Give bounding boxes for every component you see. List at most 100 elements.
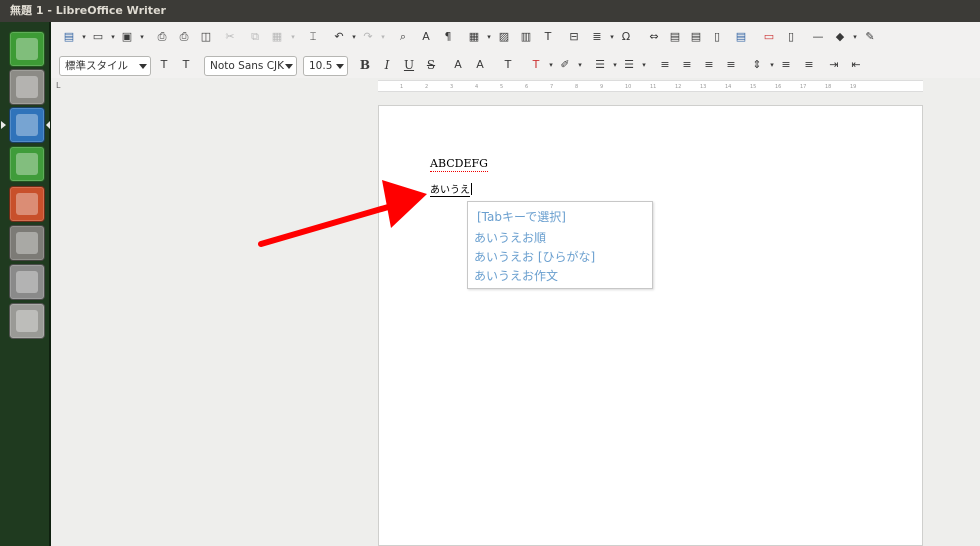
chevron-down-icon[interactable]	[336, 64, 344, 69]
redo-icon[interactable]: ↷	[361, 30, 375, 44]
clear-formatting-icon[interactable]: T	[501, 58, 515, 72]
chevron-down-icon[interactable]	[139, 64, 147, 69]
bold-button[interactable]: B	[358, 58, 372, 72]
cross-reference-icon[interactable]: ▤	[734, 30, 748, 44]
save-dropdown-icon[interactable]: ▾	[135, 30, 149, 44]
subscript-icon[interactable]: A	[473, 58, 487, 72]
update-style-icon[interactable]: T	[157, 58, 171, 72]
clone-formatting-icon[interactable]: ⌶	[306, 30, 320, 44]
font-size-value: 10.5	[309, 60, 333, 72]
cut-icon[interactable]: ✂	[223, 30, 237, 44]
shapes-dropdown-icon[interactable]: ▾	[848, 30, 862, 44]
writer-icon[interactable]	[9, 107, 45, 143]
files-icon[interactable]	[9, 69, 45, 105]
increase-paragraph-spacing-icon[interactable]: ≡	[779, 58, 793, 72]
bullet-list-icon[interactable]: ☰	[593, 58, 607, 72]
line-spacing-dropdown-icon[interactable]: ▾	[765, 58, 779, 72]
font-color-dropdown-icon[interactable]: ▾	[544, 58, 558, 72]
table-dropdown-icon[interactable]: ▾	[482, 30, 496, 44]
insert-field-icon[interactable]: ≣	[590, 30, 604, 44]
insert-textbox-icon[interactable]: T	[541, 30, 555, 44]
numbered-list-icon[interactable]: ☰	[622, 58, 636, 72]
undo-icon[interactable]: ↶	[332, 30, 346, 44]
standard-toolbar: ▤ ▾ ▭ ▾ ▣ ▾ ⎙ ⎙ ◫ ✂ ⧉ ▦ ▾ ⌶ ↶ ▾ ↷ ▾ ⌕ A …	[51, 22, 980, 53]
print-icon[interactable]: ⎙	[177, 30, 191, 44]
horizontal-ruler[interactable]: 1 2 3 4 5 6 7 8 9 10 11 12 13 14 15 16 17 18 19	[378, 80, 923, 92]
files-glyph	[16, 76, 38, 98]
line-spacing-icon[interactable]: ⇕	[750, 58, 764, 72]
highlight-dropdown-icon[interactable]: ▾	[573, 58, 587, 72]
export-pdf-icon[interactable]: ⎙	[155, 30, 169, 44]
underline-button[interactable]: U	[402, 58, 416, 72]
track-changes-icon[interactable]: ▯	[784, 30, 798, 44]
insert-chart-icon[interactable]: ▥	[519, 30, 533, 44]
ruler-tick: 19	[850, 84, 857, 90]
numbering-dropdown-icon[interactable]: ▾	[637, 58, 651, 72]
bullets-dropdown-icon[interactable]: ▾	[608, 58, 622, 72]
insert-line-icon[interactable]: —	[811, 30, 825, 44]
new-style-icon[interactable]: T	[179, 58, 193, 72]
paragraph-style-combo[interactable]: 標準スタイル	[59, 56, 151, 76]
paste-icon[interactable]: ▦	[270, 30, 284, 44]
font-size-combo[interactable]: 10.5	[303, 56, 348, 76]
document-text-line-2[interactable]: あいうえ	[430, 181, 472, 197]
endnote-icon[interactable]: ▤	[689, 30, 703, 44]
bookmark-icon[interactable]: ▯	[710, 30, 724, 44]
copy-icon[interactable]: ⧉	[248, 30, 262, 44]
footnote-icon[interactable]: ▤	[668, 30, 682, 44]
find-replace-icon[interactable]: ⌕	[396, 30, 410, 44]
draw-functions-icon[interactable]: ✎	[863, 30, 877, 44]
basic-shapes-icon[interactable]: ◆	[833, 30, 847, 44]
ruler-tick: 14	[725, 84, 732, 90]
font-name-combo[interactable]: Noto Sans CJK	[204, 56, 297, 76]
align-center-icon[interactable]: ≡	[680, 58, 694, 72]
italic-button[interactable]: I	[380, 58, 394, 72]
chevron-down-icon[interactable]	[285, 64, 293, 69]
new-document-icon[interactable]: ▤	[62, 30, 76, 44]
strikethrough-button[interactable]: S	[424, 58, 438, 72]
highlight-icon[interactable]: ✐	[558, 58, 572, 72]
ime-candidate-window: [Tabキーで選択] あいうえお順 あいうえお [ひらがな] あいうえお作文	[467, 201, 653, 289]
print-preview-icon[interactable]: ◫	[199, 30, 213, 44]
justify-icon[interactable]: ≡	[724, 58, 738, 72]
system-settings-icon[interactable]	[9, 264, 45, 300]
open-dropdown-icon[interactable]: ▾	[106, 30, 120, 44]
impress-glyph	[16, 193, 38, 215]
formatting-marks-icon[interactable]: ¶	[441, 30, 455, 44]
page-break-icon[interactable]: ⊟	[567, 30, 581, 44]
ime-candidate-3[interactable]: あいうえお作文	[474, 267, 558, 284]
text-cursor	[471, 183, 472, 195]
impress-icon[interactable]	[9, 186, 45, 222]
spelling-icon[interactable]: A	[419, 30, 433, 44]
align-right-icon[interactable]: ≡	[702, 58, 716, 72]
save-icon[interactable]: ▣	[120, 30, 134, 44]
calc-icon[interactable]	[9, 146, 45, 182]
special-character-icon[interactable]: Ω	[619, 30, 633, 44]
insert-table-icon[interactable]: ▦	[467, 30, 481, 44]
decrease-paragraph-spacing-icon[interactable]: ≡	[802, 58, 816, 72]
field-dropdown-icon[interactable]: ▾	[605, 30, 619, 44]
decrease-indent-icon[interactable]: ⇤	[849, 58, 863, 72]
ruler-tick: 12	[675, 84, 682, 90]
font-color-icon[interactable]: T	[529, 58, 543, 72]
align-left-icon[interactable]: ≡	[658, 58, 672, 72]
spellcheck-underline	[430, 170, 488, 172]
redo-dropdown-icon[interactable]: ▾	[376, 30, 390, 44]
open-icon[interactable]: ▭	[91, 30, 105, 44]
undo-dropdown-icon[interactable]: ▾	[347, 30, 361, 44]
insert-image-icon[interactable]: ▨	[497, 30, 511, 44]
increase-indent-icon[interactable]: ⇥	[827, 58, 841, 72]
paste-dropdown-icon[interactable]: ▾	[286, 30, 300, 44]
document-text-line-1[interactable]: ABCDEFG	[430, 157, 488, 172]
new-dropdown-icon[interactable]: ▾	[77, 30, 91, 44]
ubuntu-home-icon[interactable]	[9, 31, 45, 67]
tab-stop-selector[interactable]: L	[56, 81, 60, 90]
superscript-icon[interactable]: A	[451, 58, 465, 72]
ime-candidate-2[interactable]: あいうえお [ひらがな]	[474, 248, 595, 265]
comment-icon[interactable]: ▭	[762, 30, 776, 44]
hyperlink-icon[interactable]: ⇔	[647, 30, 661, 44]
ime-candidate-1[interactable]: あいうえお順	[474, 229, 546, 246]
screen: 無題 1 - LibreOffice Writer ▤ ▾ ▭ ▾ ▣ ▾ ⎙ …	[0, 0, 980, 546]
software-center-icon[interactable]	[9, 225, 45, 261]
drive-icon[interactable]	[9, 303, 45, 339]
